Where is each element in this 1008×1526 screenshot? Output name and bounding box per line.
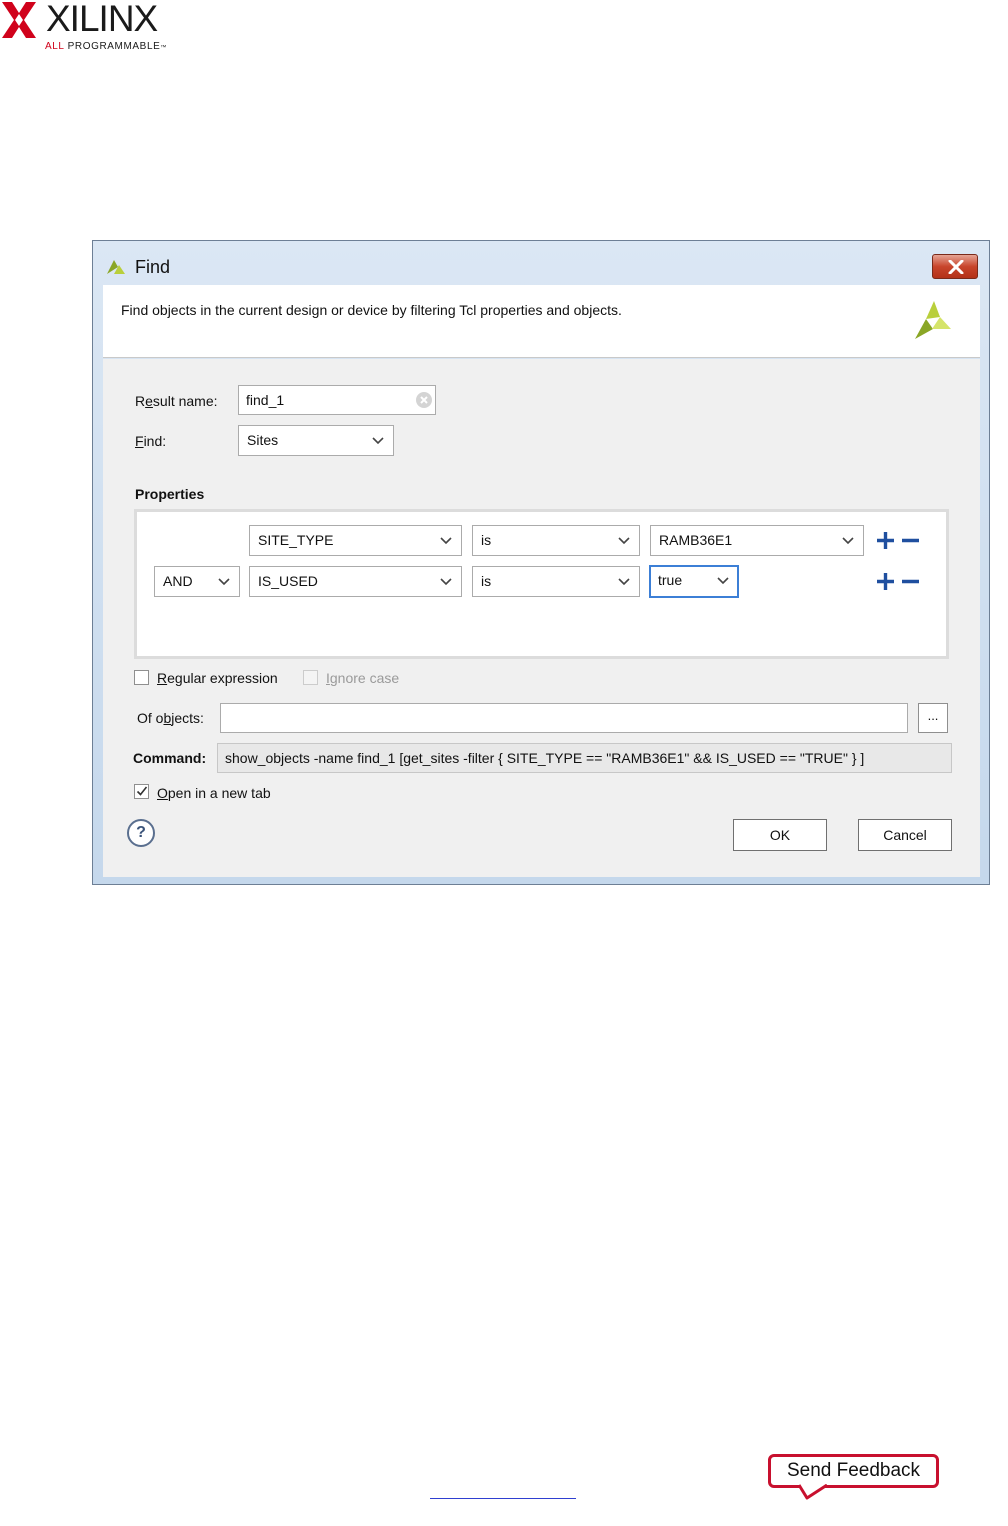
ignore-case-label: Ignore case (326, 670, 400, 686)
add-row-icon[interactable] (876, 572, 895, 591)
relation-select-1[interactable]: is (472, 525, 640, 556)
property-select-2[interactable]: IS_USED (249, 566, 462, 597)
logo-tagline-rest: PROGRAMMABLE (64, 41, 161, 52)
chevron-down-icon (842, 537, 854, 545)
property-value-1: SITE_TYPE (258, 532, 334, 548)
vivado-logo-icon (107, 260, 125, 274)
chevron-down-icon (372, 437, 384, 445)
result-name-input[interactable]: find_1 (238, 385, 436, 415)
add-row-icon[interactable] (876, 531, 895, 550)
find-dialog: Find Find objects in the current design … (92, 240, 990, 885)
operator-value-2: AND (163, 573, 193, 589)
property-value-2: IS_USED (258, 573, 318, 589)
of-objects-input[interactable] (220, 703, 908, 733)
help-button[interactable]: ? (127, 819, 155, 847)
open-new-tab-label: Open in a new tab (157, 785, 271, 801)
footer-link-underline[interactable] (430, 1496, 576, 1499)
chevron-down-icon (618, 578, 630, 586)
relation-value-2: is (481, 573, 492, 589)
command-label: Command: (133, 750, 207, 766)
dialog-titlebar[interactable]: Find (93, 241, 989, 285)
ok-button[interactable]: OK (733, 819, 827, 851)
chevron-down-icon (440, 537, 452, 545)
regular-expression-checkbox[interactable] (134, 670, 149, 685)
ignore-case-checkbox (303, 670, 318, 685)
chevron-down-icon (218, 578, 230, 586)
chevron-down-icon (440, 578, 452, 586)
command-field[interactable]: show_objects -name find_1 [get_sites -fi… (217, 743, 952, 773)
value-value-2: true (658, 572, 683, 588)
value-value-1: RAMB36E1 (659, 532, 733, 548)
remove-row-icon[interactable] (901, 572, 920, 591)
open-new-tab-checkbox[interactable] (134, 784, 149, 799)
close-icon (948, 260, 964, 274)
operator-select-2[interactable]: AND (154, 566, 240, 597)
browse-objects-button[interactable]: ... (918, 703, 948, 733)
clear-icon[interactable] (415, 391, 433, 409)
result-name-label: Result name: (135, 393, 218, 409)
relation-select-2[interactable]: is (472, 566, 640, 597)
find-label: Find: (135, 433, 167, 449)
find-type-value: Sites (247, 432, 279, 448)
dialog-header: Find objects in the current design or de… (103, 285, 980, 358)
vivado-banner-icon (915, 301, 951, 339)
chevron-down-icon (717, 577, 729, 585)
close-button[interactable] (932, 254, 978, 279)
logo-tagline-prefix: ALL (45, 41, 65, 52)
regular-expression-label: Regular expression (157, 670, 278, 686)
relation-value-1: is (481, 532, 492, 548)
properties-heading: Properties (135, 486, 205, 502)
dialog-title: Find (135, 257, 171, 277)
logo-tagline: ALL PROGRAMMABLE™ (45, 41, 167, 52)
feedback-tail-icon (797, 1484, 828, 1500)
xilinx-logo: XILINX ALL PROGRAMMABLE™ (0, 0, 180, 56)
logo-wordmark: XILINX (46, 0, 158, 39)
xilinx-logo-mark-icon (2, 2, 36, 38)
checkmark-icon (136, 786, 148, 796)
value-select-2[interactable]: true (649, 565, 739, 598)
dialog-body: Result name: find_1 Find: Sites Properti… (103, 359, 980, 877)
cancel-button[interactable]: Cancel (858, 819, 952, 851)
value-select-1[interactable]: RAMB36E1 (650, 525, 864, 556)
of-objects-label: Of objects: (137, 710, 204, 726)
properties-panel: SITE_TYPE is RAMB36E1 AND IS_USED is tru… (134, 509, 949, 659)
chevron-down-icon (618, 537, 630, 545)
dialog-description: Find objects in the current design or de… (121, 302, 622, 318)
find-type-select[interactable]: Sites (238, 425, 394, 456)
result-name-value: find_1 (246, 392, 285, 408)
property-select-1[interactable]: SITE_TYPE (249, 525, 462, 556)
send-feedback-button[interactable]: Send Feedback (768, 1454, 939, 1488)
remove-row-icon[interactable] (901, 531, 920, 550)
